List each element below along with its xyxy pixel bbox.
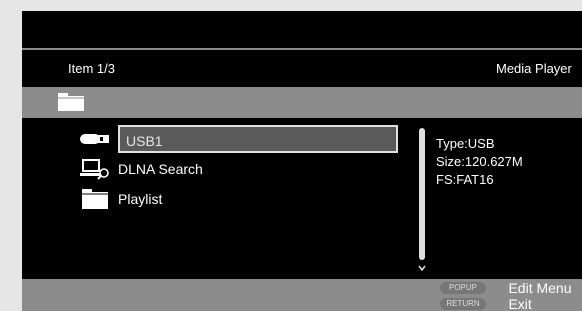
info-size: Size:120.627M [436,154,523,169]
footer-bar: POPUP Edit Menu RETURN Exit [22,279,582,311]
file-browser: USB1 DLNA Search Playlist Type:USB Size:… [22,118,582,279]
usb-drive-icon [80,134,109,144]
return-button-badge[interactable]: RETURN [440,298,486,310]
top-band [22,11,582,48]
path-bar [22,87,582,118]
scrollbar[interactable] [418,128,426,273]
item-counter: Item 1/3 [68,61,115,76]
media-player-screen: Item 1/3 Media Player USB1 DLNA Search P… [22,11,582,311]
hint-action: Exit [508,296,532,311]
popup-button-badge[interactable]: POPUP [440,282,486,294]
scrollbar-track[interactable] [419,128,425,260]
info-filesystem: FS:FAT16 [436,172,494,187]
list-item-label: USB1 [118,125,398,153]
item-info-panel: Type:USB Size:120.627M FS:FAT16 [436,135,523,189]
list-item-label: Playlist [118,191,163,207]
list-item-label: DLNA Search [118,161,203,177]
folder-icon [58,93,84,111]
info-type: Type:USB [436,136,495,151]
list-item-playlist[interactable]: Playlist [22,184,422,214]
hint-popup: POPUP Edit Menu [440,281,572,295]
list-item-dlna-search[interactable]: DLNA Search [22,154,422,184]
network-search-icon [80,159,109,180]
header-bar: Item 1/3 Media Player [22,50,582,87]
hint-return: RETURN Exit [440,297,532,311]
scroll-down-icon[interactable] [418,264,426,272]
list-item-usb1[interactable]: USB1 [22,124,422,154]
hint-action: Edit Menu [508,280,572,296]
mode-title: Media Player [496,61,572,76]
folder-icon [82,189,108,209]
